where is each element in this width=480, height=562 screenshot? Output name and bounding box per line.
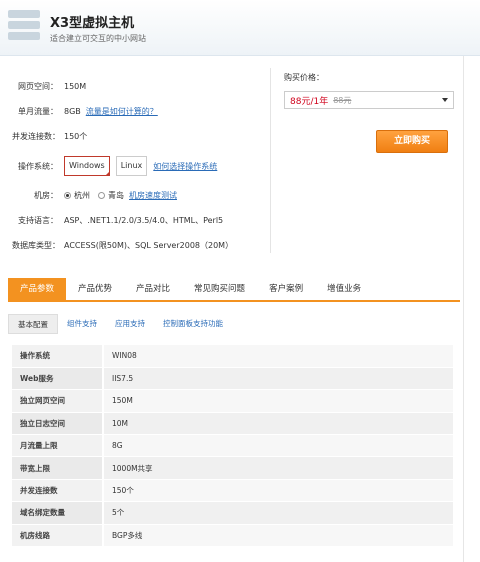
table-key: 独立网页空间 <box>12 389 102 413</box>
buy-now-button[interactable]: 立即购买 <box>376 130 448 153</box>
tab-product-params[interactable]: 产品参数 <box>8 278 67 300</box>
right-border <box>463 56 464 562</box>
spec-row-db: 数据库类型： ACCESS(限50M)、SQL Server2008（20M） <box>12 233 272 258</box>
table-row: 机房线路 BGP多线 <box>12 524 453 548</box>
price-current: 88元/1年 <box>290 96 329 107</box>
os-help-link[interactable]: 如何选择操作系统 <box>153 161 217 172</box>
table-value: 1000M共享 <box>104 456 453 480</box>
table-value: BGP多线 <box>104 524 453 548</box>
tab-customer-cases[interactable]: 客户案例 <box>257 278 315 300</box>
table-value: 150M <box>104 389 453 413</box>
buy-title: 购买价格： <box>284 73 324 82</box>
table-row: 月流量上限 8G <box>12 434 453 458</box>
spec-label: 数据库类型： <box>12 241 60 250</box>
table-key: 独立日志空间 <box>12 412 102 436</box>
table-value: WIN08 <box>104 345 453 368</box>
tab-product-advantages[interactable]: 产品优势 <box>66 278 124 300</box>
spec-row-lang: 支持语言： ASP、.NET1.1/2.0/3.5/4.0、HTML、Perl5 <box>12 208 272 233</box>
server-icon <box>8 10 40 42</box>
spec-label: 并发连接数： <box>12 132 60 141</box>
sub-tabs: 基本配置 组件支持 应用支持 控制面板支持功能 <box>8 314 460 334</box>
table-row: 带宽上限 1000M共享 <box>12 456 453 480</box>
spec-row-space: 网页空间： 150M <box>12 74 272 99</box>
spec-label: 单月流量： <box>18 107 58 116</box>
table-row: 并发连接数 150个 <box>12 479 453 503</box>
os-linux-button[interactable]: Linux <box>115 156 148 176</box>
table-row: Web服务 IIS7.5 <box>12 367 453 391</box>
spec-row-room: 机房： 杭州 青岛 机房速度测试 <box>12 183 272 208</box>
table-value: 8G <box>104 434 453 458</box>
table-key: 并发连接数 <box>12 479 102 503</box>
product-tabs: 产品参数 产品优势 产品对比 常见购买问题 客户案例 增值业务 <box>8 278 460 302</box>
table-value: 5个 <box>104 501 453 525</box>
traffic-help-link[interactable]: 流量是如何计算的？ <box>86 106 158 117</box>
table-key: 机房线路 <box>12 524 102 548</box>
subtab-components[interactable]: 组件支持 <box>58 314 106 334</box>
config-table: 操作系统 WIN08 Web服务 IIS7.5 独立网页空间 150M 独立日志空间 1… <box>12 345 453 548</box>
table-value: 10M <box>104 412 453 436</box>
buy-panel: 购买价格： 88元/1年 88元 <box>284 72 454 109</box>
spec-value: ASP、.NET1.1/2.0/3.5/4.0、HTML、Perl5 <box>64 216 224 225</box>
spec-value: 150个 <box>64 132 88 141</box>
tab-value-added[interactable]: 增值业务 <box>315 278 373 300</box>
table-row: 独立网页空间 150M <box>12 389 453 413</box>
room-qingdao-label: 青岛 <box>108 191 124 200</box>
price-old: 88元 <box>333 95 352 105</box>
subtab-basic-config[interactable]: 基本配置 <box>8 314 58 334</box>
spec-label: 机房： <box>34 191 58 200</box>
panel-divider <box>270 68 271 253</box>
table-row: 独立日志空间 10M <box>12 412 453 436</box>
subtab-applications[interactable]: 应用支持 <box>106 314 154 334</box>
room-hangzhou-label: 杭州 <box>74 191 90 200</box>
subtab-control-panel[interactable]: 控制面板支持功能 <box>154 314 232 334</box>
room-hangzhou-radio[interactable] <box>64 192 71 199</box>
spec-panel: 网页空间： 150M 单月流量： 8GB 流量是如何计算的？ 并发连接数： 15… <box>12 74 272 258</box>
spec-row-os: 操作系统： Windows Linux 如何选择操作系统 <box>12 149 272 183</box>
spec-row-traffic: 单月流量： 8GB 流量是如何计算的？ <box>12 99 272 124</box>
tab-faq[interactable]: 常见购买问题 <box>182 278 257 300</box>
table-key: 带宽上限 <box>12 456 102 480</box>
price-select[interactable]: 88元/1年 88元 <box>284 91 454 109</box>
spec-label: 支持语言： <box>18 216 58 225</box>
spec-label: 操作系统： <box>18 161 58 171</box>
chevron-down-icon <box>442 98 448 102</box>
spec-value: 150M <box>64 82 87 91</box>
os-windows-button[interactable]: Windows <box>64 156 110 176</box>
room-speed-test-link[interactable]: 机房速度测试 <box>129 190 177 201</box>
table-value: 150个 <box>104 479 453 503</box>
spec-row-connections: 并发连接数： 150个 <box>12 124 272 149</box>
room-qingdao-radio[interactable] <box>98 192 105 199</box>
tab-product-compare[interactable]: 产品对比 <box>124 278 182 300</box>
spec-value: 8GB <box>64 107 81 116</box>
table-key: 月流量上限 <box>12 434 102 458</box>
table-key: Web服务 <box>12 367 102 391</box>
spec-value: ACCESS(限50M)、SQL Server2008（20M） <box>64 241 234 250</box>
table-key: 操作系统 <box>12 345 102 368</box>
table-row: 操作系统 WIN08 <box>12 345 453 368</box>
table-key: 域名绑定数量 <box>12 501 102 525</box>
page-subtitle: 适合建立可交互的中小网站 <box>50 34 146 43</box>
page-title: X3型虚拟主机 <box>50 16 135 31</box>
table-row: 域名绑定数量 5个 <box>12 501 453 525</box>
spec-label: 网页空间： <box>18 82 58 91</box>
table-value: IIS7.5 <box>104 367 453 391</box>
page-header: X3型虚拟主机 适合建立可交互的中小网站 <box>0 0 480 56</box>
